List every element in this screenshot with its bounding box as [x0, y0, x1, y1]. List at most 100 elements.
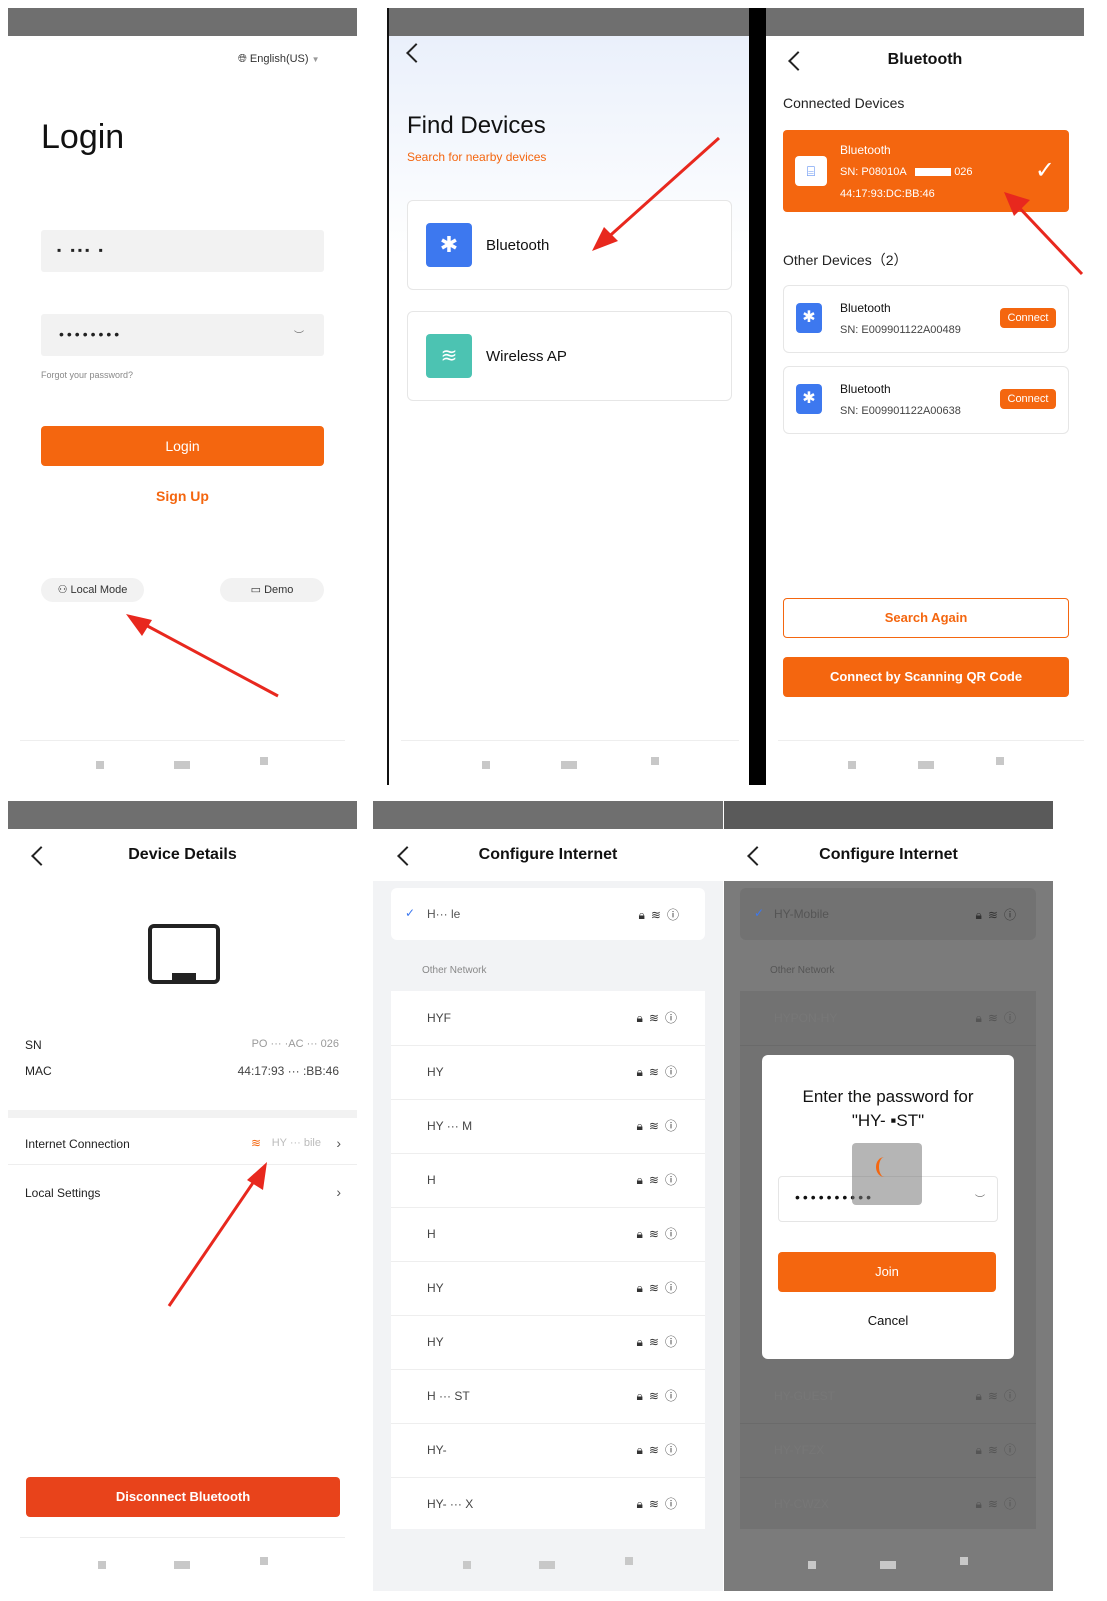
check-icon: ✓: [1034, 157, 1055, 184]
connected-devices-heading: Connected Devices: [783, 95, 905, 111]
bluetooth-icon: ✱: [426, 223, 472, 267]
configure-internet-password-screen: Configure Internet ✓ HY-Mobile 🔒︎≋ⓘ Othe…: [724, 801, 1053, 1591]
network-row[interactable]: HY-GUEST 🔒︎≋ⓘ: [740, 1369, 1036, 1424]
current-network-card[interactable]: ✓ HY-Mobile 🔒︎≋ⓘ: [740, 888, 1036, 940]
page-title: Bluetooth: [887, 51, 963, 68]
device-sn: SN: P08010A 026: [840, 166, 973, 178]
language-selector[interactable]: 🌐︎ English(US) ▼: [238, 53, 320, 66]
network-row[interactable]: HY-CWZX 🔒︎≋ⓘ: [740, 1477, 1036, 1531]
cancel-button[interactable]: Cancel: [762, 1313, 1014, 1328]
bluetooth-icon: ✱: [796, 303, 822, 333]
user-icon: ⚇: [57, 584, 68, 596]
network-icons: 🔒︎≋ⓘ: [636, 1011, 683, 1025]
network-row[interactable]: HY- ··· X 🔒︎≋ⓘ: [391, 1477, 705, 1531]
system-nav-bar: [8, 757, 357, 771]
annotation-arrow: [126, 614, 279, 698]
bluetooth-label: Bluetooth: [486, 237, 550, 254]
caret-down-icon: ▼: [311, 55, 320, 64]
disconnect-bluetooth-button[interactable]: Disconnect Bluetooth: [26, 1477, 340, 1517]
status-bar: [8, 8, 357, 36]
join-button[interactable]: Join: [778, 1252, 996, 1292]
network-row[interactable]: HYF 🔒︎≋ⓘ: [391, 991, 705, 1046]
wireless-ap-option[interactable]: ≋ Wireless AP: [407, 311, 732, 401]
system-nav-bar: [373, 1557, 723, 1571]
scan-qr-button[interactable]: Connect by Scanning QR Code: [783, 657, 1069, 697]
page-title: Configure Internet: [819, 846, 958, 863]
check-icon: ✓: [405, 906, 416, 920]
password-dialog: Enter the password for "HY- ▪ST" •••••••…: [762, 1055, 1014, 1359]
status-bar: [766, 8, 1084, 36]
configure-internet-screen: Configure Internet ✓ H··· le 🔒︎≋ⓘ Other …: [373, 801, 723, 1591]
search-again-button[interactable]: Search Again: [783, 598, 1069, 638]
system-nav-bar: [724, 1557, 1053, 1571]
sign-up-link[interactable]: Sign Up: [8, 488, 357, 504]
find-devices-screen: Find Devices Search for nearby devices ✱…: [387, 8, 751, 785]
network-icons: 🔒︎≋ⓘ: [975, 1443, 1022, 1457]
username-field[interactable]: ▪ ▪▪▪ ▪: [41, 230, 324, 272]
device-name: Bluetooth: [840, 143, 891, 157]
network-icons: 🔒︎≋ⓘ: [975, 1389, 1022, 1403]
network-row[interactable]: HY ··· M 🔒︎≋ⓘ: [391, 1099, 705, 1154]
network-icons: 🔒︎≋ⓘ: [636, 1173, 683, 1187]
system-nav-bar: [766, 757, 1084, 771]
network-icons: 🔒︎≋ⓘ: [975, 908, 1022, 922]
network-icons: 🔒︎≋ⓘ: [636, 1281, 683, 1295]
status-bar: [389, 8, 751, 36]
connected-device-card[interactable]: ⌸ Bluetooth SN: P08010A 026 44:17:93:DC:…: [783, 130, 1069, 212]
page-subtitle: Search for nearby devices: [407, 150, 547, 164]
password-field[interactable]: •••••••• ︶: [41, 314, 324, 356]
network-row[interactable]: HY 🔒︎≋ⓘ: [391, 1315, 705, 1370]
wifi-icon: ≋: [426, 334, 472, 378]
login-button[interactable]: Login: [41, 426, 324, 466]
chevron-right-icon: ›: [336, 1184, 341, 1200]
network-icons: 🔒︎≋ⓘ: [975, 1497, 1022, 1511]
router-icon: ⌸: [795, 156, 827, 186]
network-icons: 🔒︎≋ⓘ: [636, 1443, 683, 1457]
page-title: Device Details: [128, 846, 237, 863]
page-title: Find Devices: [407, 112, 546, 139]
network-icons: 🔒︎≋ⓘ: [975, 1011, 1022, 1025]
device-icon: [148, 924, 220, 984]
forgot-password-link[interactable]: Forgot your password?: [41, 370, 133, 380]
page-title: Login: [41, 118, 125, 156]
network-icons: 🔒︎≋ⓘ: [636, 1497, 683, 1511]
book-icon: ▭: [250, 584, 261, 596]
network-row[interactable]: HY 🔒︎≋ⓘ: [391, 1261, 705, 1316]
wireless-ap-label: Wireless AP: [486, 348, 567, 365]
network-icons: 🔒︎≋ⓘ: [636, 1335, 683, 1349]
network-row[interactable]: HY- 🔒︎≋ⓘ: [391, 1423, 705, 1478]
password-value: ••••••••: [59, 326, 123, 342]
login-screen: 🌐︎ English(US) ▼ Login ▪ ▪▪▪ ▪ •••••••• …: [8, 8, 357, 785]
globe-icon: 🌐︎: [238, 53, 247, 65]
check-icon: ✓: [754, 906, 765, 920]
network-row[interactable]: HY 🔒︎≋ⓘ: [391, 1045, 705, 1100]
local-mode-button[interactable]: ⚇ Local Mode: [41, 578, 144, 602]
connect-button[interactable]: Connect: [1000, 308, 1056, 328]
status-bar: [373, 801, 723, 829]
device-card[interactable]: ✱ Bluetooth SN: E009901122A00489 Connect: [783, 285, 1069, 353]
current-network-card[interactable]: ✓ H··· le 🔒︎≋ⓘ: [391, 888, 705, 940]
loading-spinner: [852, 1143, 922, 1205]
eye-closed-icon[interactable]: ︶: [294, 327, 304, 342]
status-bar: [8, 801, 357, 829]
network-row[interactable]: H ··· ST 🔒︎≋ⓘ: [391, 1369, 705, 1424]
network-row[interactable]: HYPON-HY 🔒︎≋ⓘ: [740, 991, 1036, 1046]
network-row[interactable]: HY-YFZX 🔒︎≋ⓘ: [740, 1423, 1036, 1478]
network-icons: 🔒︎≋ⓘ: [636, 1389, 683, 1403]
network-icons: 🔒︎≋ⓘ: [636, 1065, 683, 1079]
device-mac: 44:17:93:DC:BB:46: [840, 188, 935, 200]
network-icons: 🔒︎≋ⓘ: [636, 1119, 683, 1133]
connect-button[interactable]: Connect: [1000, 389, 1056, 409]
demo-button[interactable]: ▭ Demo: [220, 578, 324, 602]
eye-closed-icon[interactable]: ︶: [975, 1191, 985, 1206]
internet-connection-row[interactable]: Internet Connection ≋ HY ··· bile ›: [8, 1124, 357, 1165]
local-settings-row[interactable]: Local Settings ›: [8, 1173, 357, 1213]
device-details-screen: Device Details SN PO ··· ·AC ··· 026 MAC…: [8, 801, 357, 1591]
device-card[interactable]: ✱ Bluetooth SN: E009901122A00638 Connect: [783, 366, 1069, 434]
system-nav-bar: [389, 757, 751, 771]
network-row[interactable]: H 🔒︎≋ⓘ: [391, 1207, 705, 1262]
other-devices-heading: Other Devices（2）: [783, 252, 908, 268]
network-row[interactable]: H 🔒︎≋ⓘ: [391, 1153, 705, 1208]
bluetooth-screen: Bluetooth Connected Devices ⌸ Bluetooth …: [766, 8, 1084, 785]
bluetooth-option[interactable]: ✱ Bluetooth: [407, 200, 732, 290]
